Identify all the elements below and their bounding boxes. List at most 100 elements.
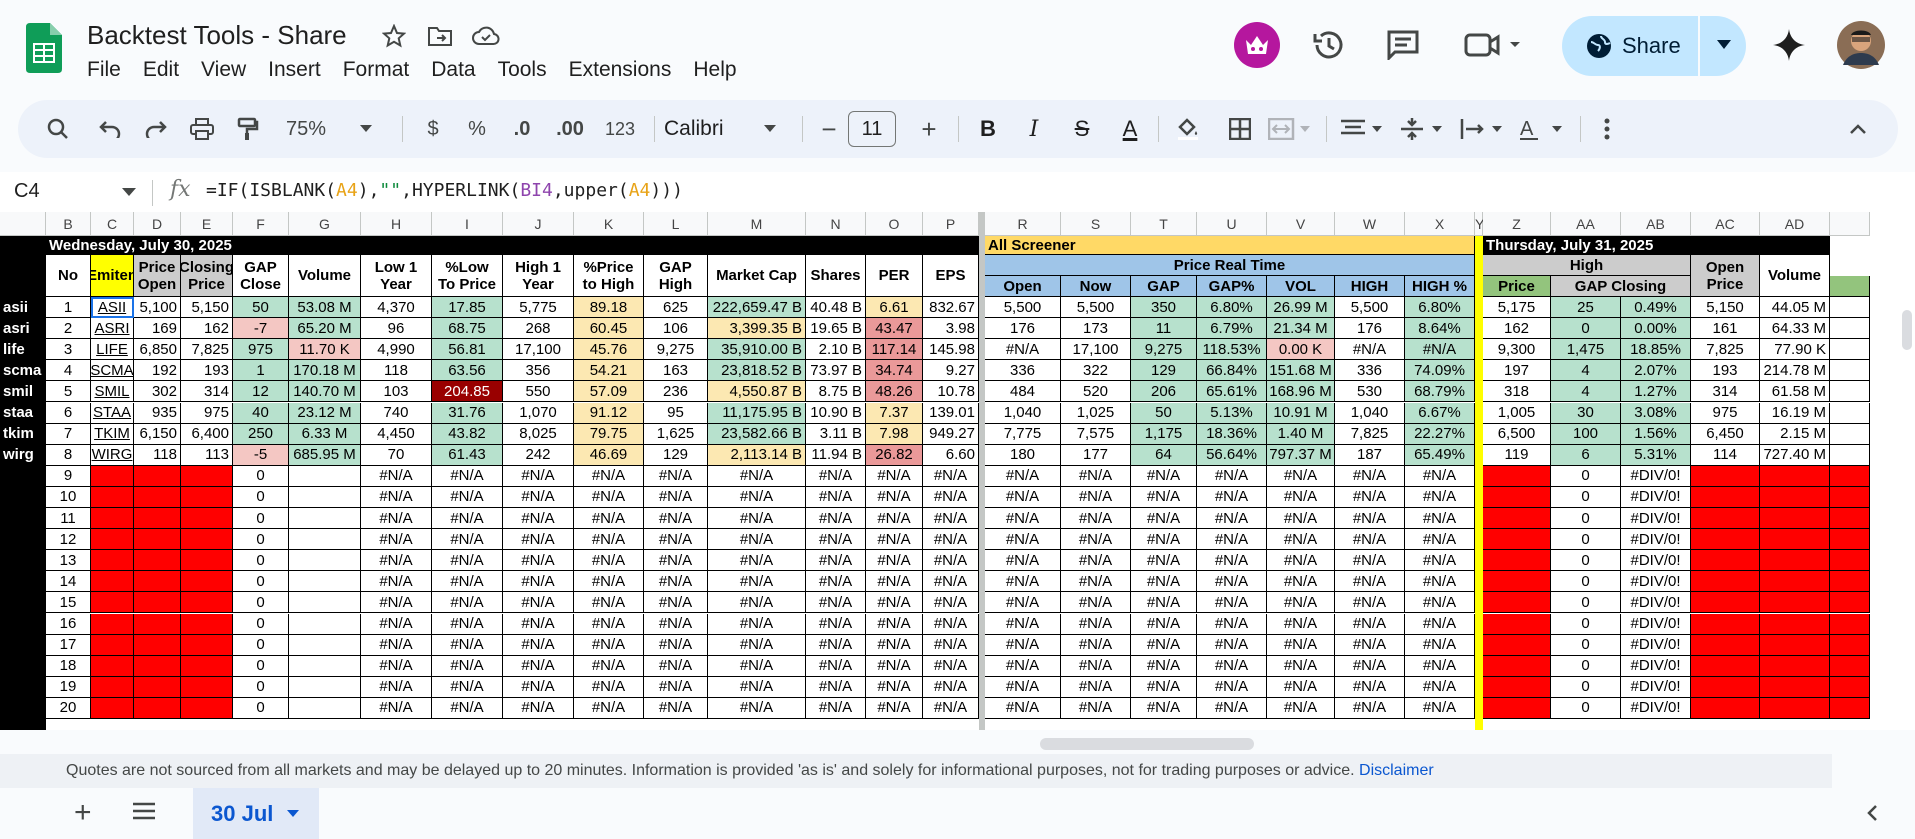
na-cell[interactable]: #N/A <box>1405 508 1475 530</box>
pct-price-to-high[interactable]: 54.21 <box>574 360 644 382</box>
low-1-year[interactable]: 4,990 <box>361 339 432 361</box>
per[interactable]: 117.14 <box>866 339 923 361</box>
fill-color-icon[interactable] <box>1170 100 1206 158</box>
na-cell[interactable]: #N/A <box>806 550 866 572</box>
column-header-k[interactable]: K <box>574 212 644 236</box>
empty-cell[interactable] <box>1691 508 1760 530</box>
gemini-icon[interactable] <box>1766 22 1812 68</box>
na-cell[interactable]: #N/A <box>574 508 644 530</box>
empty-cell[interactable] <box>1483 697 1551 719</box>
meet-camera-icon[interactable] <box>1462 22 1526 68</box>
rt-high-pct[interactable]: 65.49% <box>1405 444 1475 466</box>
na-cell[interactable]: #N/A <box>923 508 979 530</box>
na-cell[interactable]: #N/A <box>503 613 574 635</box>
empty-cell[interactable] <box>134 655 181 677</box>
empty-cell[interactable] <box>1760 655 1830 677</box>
column-header-s[interactable]: S <box>1061 212 1131 236</box>
empty-cell[interactable] <box>91 508 134 530</box>
na-cell[interactable]: #N/A <box>1405 486 1475 508</box>
column-header-m[interactable]: M <box>708 212 806 236</box>
merge-cells-icon[interactable] <box>1266 100 1314 158</box>
rt-header-4[interactable]: VOL <box>1267 276 1335 297</box>
closing-price[interactable]: 162 <box>181 318 233 340</box>
div-error[interactable]: #DIV/0! <box>1621 486 1691 508</box>
next-gap[interactable]: 0 <box>1551 613 1621 635</box>
na-cell[interactable]: #N/A <box>503 697 574 719</box>
na-cell[interactable]: #N/A <box>806 613 866 635</box>
na-cell[interactable]: #N/A <box>1267 655 1335 677</box>
na-cell[interactable]: #N/A <box>574 486 644 508</box>
empty-cell[interactable] <box>91 634 134 656</box>
gap-close[interactable]: 0 <box>233 613 289 635</box>
na-cell[interactable]: #N/A <box>923 676 979 698</box>
formula-input[interactable]: =IF(ISBLANK(A4),"",HYPERLINK(BI4,upper(A… <box>206 180 683 201</box>
column-header-p[interactable]: P <box>923 212 979 236</box>
header-emiten[interactable]: Emiten <box>91 255 134 297</box>
na-cell[interactable]: #N/A <box>432 697 503 719</box>
empty-cell[interactable] <box>1483 592 1551 614</box>
cell[interactable] <box>1830 655 1870 677</box>
font-family-select[interactable]: Calibri <box>664 100 774 158</box>
next-gap-pct[interactable]: 3.08% <box>1621 402 1691 424</box>
currency-format-button[interactable]: $ <box>420 100 446 158</box>
na-cell[interactable]: #N/A <box>644 571 708 593</box>
empty-cell[interactable] <box>1483 613 1551 635</box>
na-cell[interactable]: #N/A <box>923 529 979 551</box>
sheet-tab-30-jul[interactable]: 30 Jul <box>193 788 319 839</box>
row-number[interactable]: 20 <box>46 697 91 719</box>
na-cell[interactable]: #N/A <box>644 486 708 508</box>
header--price-to-high[interactable]: %Price to High <box>574 255 644 297</box>
eps[interactable]: 10.78 <box>923 381 979 403</box>
na-cell[interactable]: #N/A <box>361 697 432 719</box>
closing-price[interactable]: 193 <box>181 360 233 382</box>
undo-icon[interactable] <box>92 100 128 158</box>
horizontal-align-icon[interactable] <box>1338 100 1388 158</box>
cell[interactable] <box>1830 697 1870 719</box>
rt-vol[interactable]: 151.68 M <box>1267 360 1335 382</box>
emiten-link[interactable]: WIRG <box>91 444 134 466</box>
per[interactable]: 26.82 <box>866 444 923 466</box>
empty-cell[interactable] <box>134 508 181 530</box>
na-cell[interactable]: #N/A <box>361 571 432 593</box>
row-number[interactable]: 8 <box>46 444 91 466</box>
na-cell[interactable]: #N/A <box>1405 676 1475 698</box>
na-cell[interactable]: #N/A <box>923 613 979 635</box>
empty-cell[interactable] <box>181 655 233 677</box>
high-1-year[interactable]: 8,025 <box>503 423 574 445</box>
per[interactable]: 48.26 <box>866 381 923 403</box>
market-cap[interactable]: 11,175.95 B <box>708 402 806 424</box>
na-cell[interactable]: #N/A <box>361 655 432 677</box>
empty-cell[interactable] <box>181 592 233 614</box>
cell[interactable] <box>1830 571 1870 593</box>
emiten-link[interactable]: SCMA <box>91 360 134 382</box>
collapse-sidebar-icon[interactable] <box>1866 804 1878 827</box>
market-cap[interactable]: 222,659.47 B <box>708 297 806 319</box>
add-sheet-button[interactable]: + <box>74 796 92 830</box>
rt-header-2[interactable]: GAP <box>1131 276 1197 297</box>
cell[interactable] <box>1830 465 1870 487</box>
gap-close[interactable]: 1 <box>233 360 289 382</box>
per[interactable]: 34.74 <box>866 360 923 382</box>
next-gap[interactable]: 0 <box>1551 318 1621 340</box>
rt-open[interactable]: 180 <box>985 444 1061 466</box>
ticker-lower[interactable]: asii <box>0 297 46 319</box>
header--low-to-price[interactable]: %Low To Price <box>432 255 503 297</box>
na-cell[interactable]: #N/A <box>361 634 432 656</box>
next-gap[interactable]: 30 <box>1551 402 1621 424</box>
na-cell[interactable]: #N/A <box>985 486 1061 508</box>
na-cell[interactable]: #N/A <box>644 529 708 551</box>
na-cell[interactable]: #N/A <box>1061 486 1131 508</box>
next-volume[interactable]: 61.58 M <box>1760 381 1830 403</box>
column-header-e[interactable]: E <box>181 212 233 236</box>
next-gap[interactable]: 0 <box>1551 592 1621 614</box>
na-cell[interactable]: #N/A <box>866 634 923 656</box>
na-cell[interactable]: #N/A <box>644 465 708 487</box>
shares[interactable]: 11.94 B <box>806 444 866 466</box>
gap-close[interactable]: 0 <box>233 508 289 530</box>
next-gap[interactable]: 0 <box>1551 550 1621 572</box>
na-cell[interactable]: #N/A <box>985 697 1061 719</box>
rt-vol[interactable]: 797.37 M <box>1267 444 1335 466</box>
rt-now[interactable]: 17,100 <box>1061 339 1131 361</box>
price-open[interactable]: 5,100 <box>134 297 181 319</box>
empty-cell[interactable] <box>1483 529 1551 551</box>
